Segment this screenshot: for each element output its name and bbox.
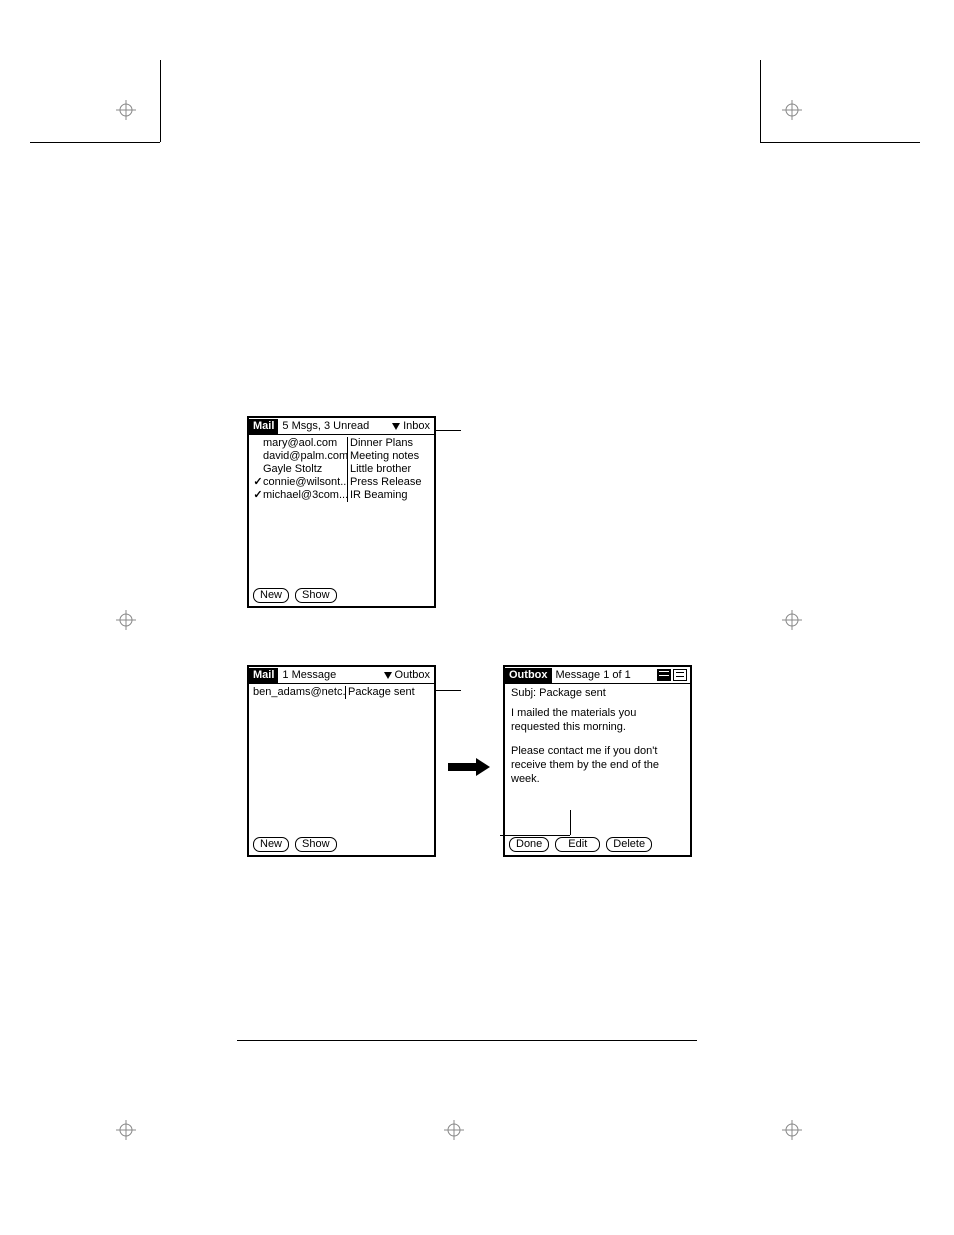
inbox-button-bar: New Show [253,588,337,603]
done-button[interactable]: Done [509,837,549,852]
callout-leader [436,430,461,431]
dropdown-triangle-icon [384,672,392,679]
app-title: Mail [249,668,278,683]
show-button[interactable]: Show [295,837,337,852]
callout-leader [436,690,461,691]
message-subject: Press Release [350,476,430,489]
detail-title: Outbox [505,668,552,683]
message-subject: Meeting notes [350,450,430,463]
arrow-right-icon [448,758,490,776]
subject-value: Package sent [539,687,606,699]
mail-outbox-window: Mail 1 Message Outbox ben_adams@netc... … [247,665,436,857]
delete-button[interactable]: Delete [606,837,652,852]
view-header-icon[interactable] [657,669,671,681]
dropdown-triangle-icon [392,423,400,430]
message-counter: Message 1 of 1 [552,669,658,682]
callout-leader [500,835,570,836]
message-sender: david@palm.com [263,450,347,463]
show-button[interactable]: Show [295,588,337,603]
detail-button-bar: Done Edit Delete [509,837,652,852]
message-subject: Dinner Plans [350,437,430,450]
registration-mark-icon [444,1120,464,1140]
message-subject: IR Beaming [350,489,430,502]
message-row[interactable]: mary@aol.com Dinner Plans [249,437,434,450]
registration-mark-icon [116,610,136,630]
inbox-status: 5 Msgs, 3 Unread [278,420,388,433]
outbox-button-bar: New Show [253,837,337,852]
read-check-icon: ✓ [253,476,263,489]
subject-line: Subj: Package sent [505,684,690,702]
message-sender: Gayle Stoltz [263,463,347,476]
message-subject: Package sent [348,686,430,699]
crop-line [760,60,761,142]
subject-label: Subj: [511,687,536,699]
body-paragraph: Please contact me if you don't receive t… [511,744,684,786]
registration-mark-icon [782,1120,802,1140]
edit-button[interactable]: Edit [555,837,600,852]
message-body: I mailed the materials you requested thi… [505,702,690,800]
crop-line [30,142,160,143]
message-subject: Little brother [350,463,430,476]
folder-label: Inbox [403,420,430,432]
registration-mark-icon [782,610,802,630]
registration-mark-icon [116,100,136,120]
message-row[interactable]: david@palm.com Meeting notes [249,450,434,463]
app-title: Mail [249,419,278,434]
folder-label: Outbox [395,669,430,681]
message-sender: mary@aol.com [263,437,347,450]
detail-titlebar: Outbox Message 1 of 1 [505,667,690,684]
message-sender: michael@3com.... [263,489,347,502]
crop-line [160,60,161,142]
body-paragraph: I mailed the materials you requested thi… [511,706,684,734]
outbox-status: 1 Message [278,669,379,682]
outbox-titlebar: Mail 1 Message Outbox [249,667,434,684]
new-button[interactable]: New [253,837,289,852]
message-sender: ben_adams@netc... [253,686,345,699]
registration-mark-icon [782,100,802,120]
view-full-icon[interactable] [673,669,687,681]
inbox-message-list: mary@aol.com Dinner Plans david@palm.com… [249,435,434,502]
message-sender: connie@wilsont... [263,476,347,489]
page-separator [237,1040,697,1041]
message-row[interactable]: Gayle Stoltz Little brother [249,463,434,476]
message-row[interactable]: ben_adams@netc... Package sent [249,686,434,699]
new-button[interactable]: New [253,588,289,603]
crop-line [760,142,920,143]
callout-leader [570,810,571,835]
folder-dropdown[interactable]: Outbox [380,669,434,681]
message-row[interactable]: ✓ michael@3com.... IR Beaming [249,489,434,502]
folder-dropdown[interactable]: Inbox [388,420,434,432]
message-row[interactable]: ✓ connie@wilsont... Press Release [249,476,434,489]
registration-mark-icon [116,1120,136,1140]
message-detail-window: Outbox Message 1 of 1 Subj: Package sent… [503,665,692,857]
mail-inbox-window: Mail 5 Msgs, 3 Unread Inbox mary@aol.com… [247,416,436,608]
outbox-message-list: ben_adams@netc... Package sent [249,684,434,699]
read-check-icon: ✓ [253,489,263,502]
inbox-titlebar: Mail 5 Msgs, 3 Unread Inbox [249,418,434,435]
